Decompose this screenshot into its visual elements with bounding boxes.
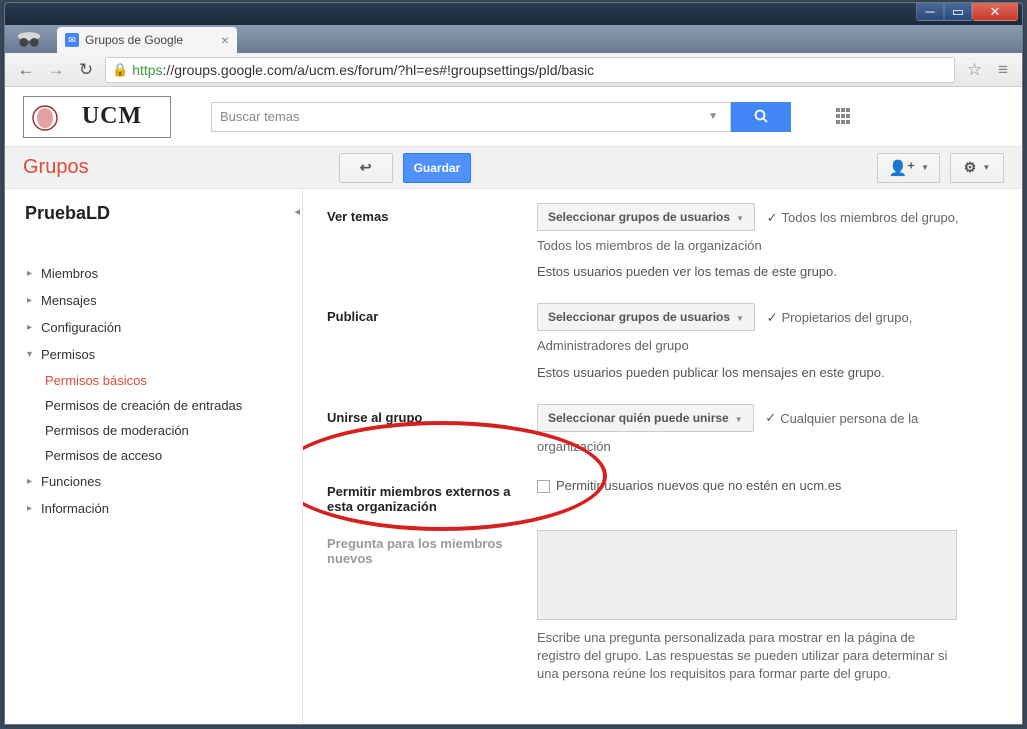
person-add-icon: 👤⁺ bbox=[888, 159, 915, 177]
join-selector[interactable]: Seleccionar quién puede unirse bbox=[537, 404, 754, 432]
sidebar-item-label: Mensajes bbox=[41, 293, 97, 308]
caret-right-icon: ▸ bbox=[27, 476, 41, 487]
caret-right-icon: ▸ bbox=[27, 503, 41, 514]
sidebar-item-label: Configuración bbox=[41, 320, 121, 335]
google-apps-icon[interactable] bbox=[836, 108, 854, 126]
back-button[interactable]: ↩ bbox=[339, 153, 393, 183]
chrome-menu-icon[interactable]: ≡ bbox=[994, 60, 1012, 80]
sidebar-item-label: Información bbox=[41, 501, 109, 516]
nav-reload-button[interactable]: ↻ bbox=[75, 59, 97, 81]
members-menu-button[interactable]: 👤⁺ bbox=[877, 153, 940, 183]
address-bar[interactable]: 🔒 https://groups.google.com/a/ucm.es/for… bbox=[105, 57, 955, 83]
sidebar-item-permisos-acceso[interactable]: Permisos de acceso bbox=[45, 443, 302, 468]
sidebar-item-mensajes[interactable]: ▸Mensajes bbox=[25, 287, 302, 314]
summary-text: Todos los miembros de la organización bbox=[537, 237, 998, 255]
settings-menu-button[interactable]: ⚙ bbox=[950, 153, 1004, 183]
sidebar-item-label: Funciones bbox=[41, 474, 101, 489]
sidebar-item-label: Permisos de moderación bbox=[45, 423, 189, 438]
nav-back-button[interactable]: ← bbox=[15, 59, 37, 81]
sidebar-item-informacion[interactable]: ▸Información bbox=[25, 495, 302, 522]
sidebar-item-permisos-moderacion[interactable]: Permisos de moderación bbox=[45, 418, 302, 443]
browser-tab[interactable]: ✉ Grupos de Google × bbox=[57, 27, 237, 53]
setting-help: Escribe una pregunta personalizada para … bbox=[537, 629, 957, 684]
search-dropdown-icon[interactable]: ▼ bbox=[708, 111, 722, 122]
gear-icon: ⚙ bbox=[964, 159, 977, 176]
check-icon: ✓ bbox=[767, 310, 778, 326]
sidebar: ◂ PruebaLD ▸Miembros ▸Mensajes ▸Configur… bbox=[5, 189, 303, 724]
checkbox-label: Permitir usuarios nuevos que no estén en… bbox=[556, 478, 841, 493]
sidebar-item-funciones[interactable]: ▸Funciones bbox=[25, 468, 302, 495]
sidebar-item-label: Permisos básicos bbox=[45, 373, 147, 388]
search-input[interactable]: Buscar temas ▼ bbox=[211, 102, 731, 132]
org-logo-text: UCM bbox=[82, 103, 142, 130]
sidebar-item-configuracion[interactable]: ▸Configuración bbox=[25, 314, 302, 341]
new-member-question-textarea[interactable] bbox=[537, 530, 957, 620]
window-close-button[interactable]: ✕ bbox=[972, 3, 1018, 21]
sidebar-item-label: Miembros bbox=[41, 266, 98, 281]
summary-text: Cualquier persona de la bbox=[780, 411, 918, 426]
app-header: UCM Buscar temas ▼ bbox=[5, 87, 1022, 147]
sidebar-collapse-icon[interactable]: ◂ bbox=[294, 205, 300, 218]
tab-favicon-icon: ✉ bbox=[65, 33, 79, 47]
setting-help: Estos usuarios pueden publicar los mensa… bbox=[537, 364, 998, 382]
save-button[interactable]: Guardar bbox=[403, 153, 472, 183]
window-minimize-button[interactable]: ─ bbox=[916, 3, 944, 21]
summary-text: Administradores del grupo bbox=[537, 337, 998, 355]
search-button[interactable] bbox=[731, 102, 791, 132]
sidebar-item-permisos[interactable]: ▾Permisos bbox=[25, 341, 302, 368]
caret-right-icon: ▸ bbox=[27, 268, 41, 279]
summary-text: Propietarios del grupo, bbox=[782, 310, 913, 325]
setting-label: Unirse al grupo bbox=[327, 404, 537, 425]
sidebar-item-permisos-creacion[interactable]: Permisos de creación de entradas bbox=[45, 393, 302, 418]
browser-tabstrip: ✉ Grupos de Google × bbox=[5, 25, 1022, 53]
app-toolbar: Grupos ↩ Guardar 👤⁺ ⚙ bbox=[5, 147, 1022, 189]
search-icon bbox=[754, 109, 769, 124]
external-members-checkbox[interactable] bbox=[537, 480, 550, 493]
lock-icon: 🔒 bbox=[112, 62, 128, 78]
settings-content: Ver temas Seleccionar grupos de usuarios… bbox=[303, 189, 1022, 724]
caret-right-icon: ▸ bbox=[27, 322, 41, 333]
setting-new-member-question: Pregunta para los miembros nuevos Escrib… bbox=[327, 530, 998, 684]
app-title[interactable]: Grupos bbox=[23, 156, 89, 179]
setting-join: Unirse al grupo Seleccionar quién puede … bbox=[327, 404, 998, 456]
browser-toolbar: ← → ↻ 🔒 https://groups.google.com/a/ucm.… bbox=[5, 53, 1022, 87]
search-placeholder: Buscar temas bbox=[220, 109, 299, 124]
sidebar-item-miembros[interactable]: ▸Miembros bbox=[25, 260, 302, 287]
sidebar-item-label: Permisos bbox=[41, 347, 95, 362]
tab-close-icon[interactable]: × bbox=[221, 32, 229, 48]
setting-label: Permitir miembros externos a esta organi… bbox=[327, 478, 537, 514]
bookmark-star-icon[interactable]: ☆ bbox=[963, 60, 986, 80]
incognito-icon bbox=[15, 27, 43, 49]
url-path: ://groups.google.com/a/ucm.es/forum/?hl=… bbox=[163, 62, 595, 78]
setting-post: Publicar Seleccionar grupos de usuarios … bbox=[327, 303, 998, 381]
setting-help: Estos usuarios pueden ver los temas de e… bbox=[537, 263, 998, 281]
post-selector[interactable]: Seleccionar grupos de usuarios bbox=[537, 303, 755, 331]
setting-label: Ver temas bbox=[327, 203, 537, 224]
sidebar-item-permisos-basicos[interactable]: Permisos básicos bbox=[45, 368, 302, 393]
summary-text: organización bbox=[537, 438, 998, 456]
window-maximize-button[interactable]: ▭ bbox=[944, 3, 972, 21]
org-logo[interactable]: UCM bbox=[23, 96, 171, 138]
check-icon: ✓ bbox=[765, 410, 776, 426]
summary-text: Todos los miembros del grupo, bbox=[782, 210, 959, 225]
sidebar-item-label: Permisos de creación de entradas bbox=[45, 398, 242, 413]
caret-down-icon: ▾ bbox=[27, 349, 41, 360]
setting-label: Pregunta para los miembros nuevos bbox=[327, 530, 537, 566]
check-icon: ✓ bbox=[767, 210, 778, 226]
tab-title: Grupos de Google bbox=[85, 33, 183, 47]
group-name[interactable]: PruebaLD bbox=[25, 203, 302, 224]
caret-right-icon: ▸ bbox=[27, 295, 41, 306]
setting-view-topics: Ver temas Seleccionar grupos de usuarios… bbox=[327, 203, 998, 281]
nav-forward-button: → bbox=[45, 59, 67, 81]
sidebar-item-label: Permisos de acceso bbox=[45, 448, 162, 463]
setting-label: Publicar bbox=[327, 303, 537, 324]
view-topics-selector[interactable]: Seleccionar grupos de usuarios bbox=[537, 203, 755, 231]
url-scheme: https bbox=[132, 62, 162, 78]
setting-external-members: Permitir miembros externos a esta organi… bbox=[327, 478, 998, 514]
window-titlebar: ─ ▭ ✕ bbox=[5, 3, 1022, 25]
